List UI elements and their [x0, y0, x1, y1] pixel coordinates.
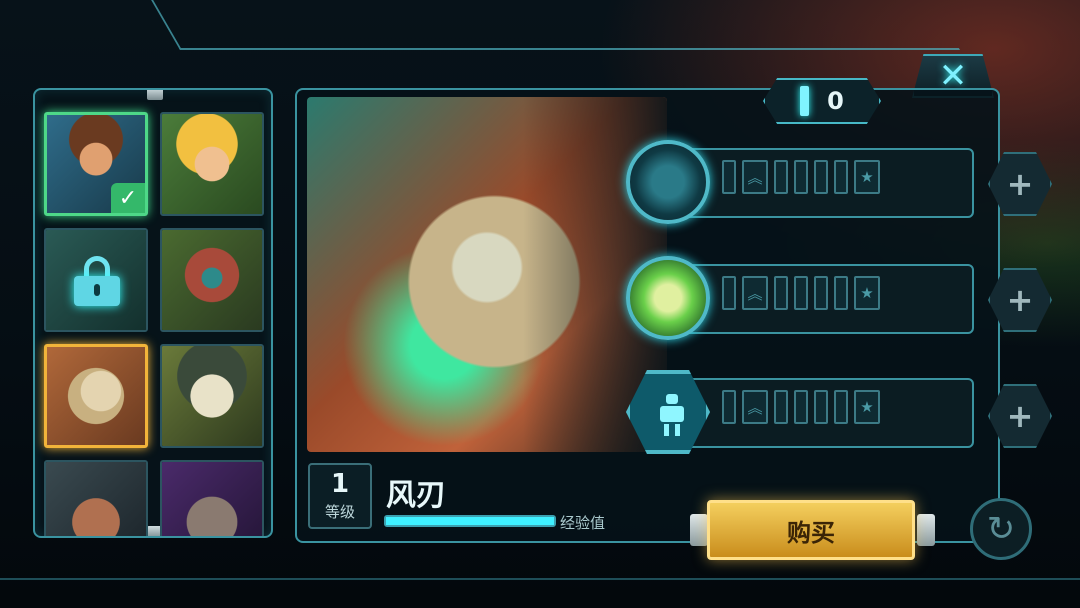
points-bar-icon [800, 86, 810, 116]
hero-list-panel: ✓ [33, 88, 273, 538]
skill-points-indicator: 0 [763, 78, 881, 124]
skill-pips: ︽ ★ [722, 390, 880, 424]
skill-pips: ︽ ★ [722, 276, 880, 310]
skill-row-1: ︽ ★ [626, 140, 976, 226]
buy-connector [690, 514, 708, 546]
hero-artwork [307, 97, 667, 452]
plus-icon: + [1006, 165, 1034, 203]
hero-tile-6[interactable] [160, 344, 264, 448]
reset-button[interactable]: ↻ [970, 498, 1032, 560]
hero-portrait [162, 462, 262, 536]
hero-tile-1[interactable]: ✓ [44, 112, 148, 216]
level-label: 等级 [324, 503, 355, 521]
hero-grid: ✓ [44, 112, 264, 536]
buy-button[interactable]: 购买 [707, 500, 915, 560]
plus-icon: + [1006, 397, 1034, 435]
top-frame-line [151, 0, 960, 50]
hero-tile-8[interactable] [160, 460, 264, 536]
plus-icon: + [1006, 281, 1034, 319]
hero-portrait [162, 230, 262, 330]
level-value: 1 [330, 469, 350, 499]
hero-name: 风刃 [386, 478, 446, 513]
bottom-frame-line [0, 578, 1080, 580]
shield-skill-icon[interactable] [626, 256, 710, 340]
hero-portrait [46, 462, 146, 536]
checkmark-icon: ✓ [111, 183, 145, 213]
lock-icon [74, 256, 120, 306]
refresh-icon: ↻ [986, 509, 1016, 549]
hero-portrait [47, 347, 145, 445]
xp-label: 经验值 [560, 514, 606, 532]
orb-skill-icon[interactable] [626, 140, 710, 224]
xp-fill [386, 517, 554, 525]
xp-bar [384, 515, 556, 527]
level-box: 1 等级 [308, 463, 372, 529]
skill-row-2: ︽ ★ [626, 256, 976, 342]
panel-connector [147, 90, 163, 100]
skill-points-value: 0 [827, 87, 844, 115]
buy-connector [917, 514, 935, 546]
hero-tile-5-current[interactable] [44, 344, 148, 448]
hero-portrait [162, 346, 262, 446]
hero-tile-2[interactable] [160, 112, 264, 216]
hero-tile-3-locked[interactable] [44, 228, 148, 332]
hero-portrait [162, 114, 262, 214]
skill-row-3: ︽ ★ [626, 370, 976, 456]
skill-pips: ︽ ★ [722, 160, 880, 194]
hero-tile-4[interactable] [160, 228, 264, 332]
buy-label: 购买 [787, 518, 835, 547]
hero-tile-7[interactable] [44, 460, 148, 536]
